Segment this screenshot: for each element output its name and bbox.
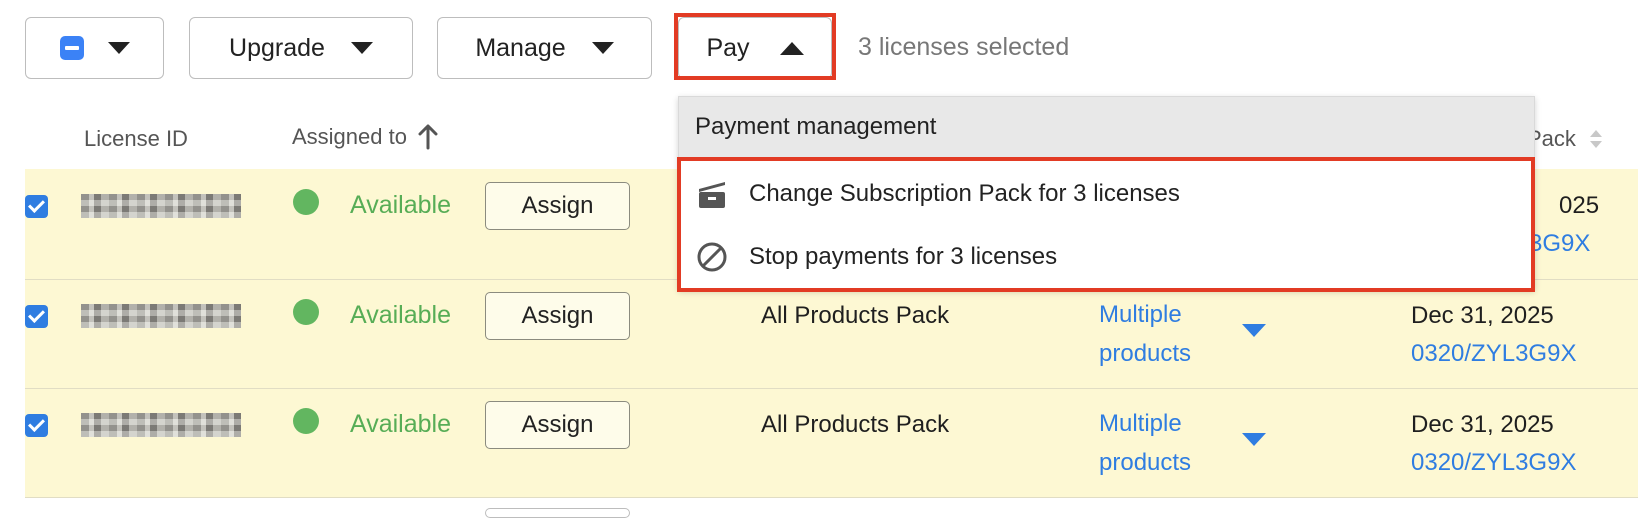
sort-toggle-icon (1589, 130, 1602, 148)
products-link-line2[interactable]: products (1099, 444, 1191, 482)
assign-button[interactable]: Assign (485, 401, 630, 449)
column-header-license-id[interactable]: License ID (84, 126, 188, 152)
select-all-dropdown-button[interactable] (25, 17, 164, 79)
status-text: Available (350, 191, 452, 219)
row-checkbox[interactable] (25, 305, 48, 328)
expiry-date: Dec 31, 2025 (1411, 302, 1554, 329)
partial-selection-checkbox-icon[interactable] (59, 36, 84, 60)
manage-button[interactable]: Manage (437, 17, 652, 79)
menu-items-highlight (677, 157, 1535, 292)
row-checkbox[interactable] (25, 414, 48, 437)
dropdown-header: Payment management (679, 97, 1534, 157)
assign-button[interactable]: Assign (485, 182, 630, 230)
status-text: Available (350, 301, 452, 329)
pack-name: All Products Pack (761, 411, 950, 438)
order-link[interactable]: 0320/ZYL3G9X (1411, 444, 1576, 482)
products-link-line2[interactable]: products (1099, 335, 1191, 373)
table-row[interactable]: Available Assign All Products Pack Multi… (25, 389, 1638, 498)
assign-button[interactable]: Assign (485, 292, 630, 340)
expand-products-icon[interactable] (1242, 324, 1266, 337)
license-id-redacted (81, 194, 241, 218)
sort-ascending-icon (418, 124, 438, 150)
column-header-assigned-to[interactable]: Assigned to (292, 124, 439, 150)
row-checkbox[interactable] (25, 195, 48, 218)
expand-products-icon[interactable] (1242, 433, 1266, 446)
upgrade-button-label: Upgrade (229, 33, 325, 62)
status-text: Available (350, 410, 452, 438)
pack-name: All Products Pack (761, 302, 950, 329)
status-available-icon (293, 299, 319, 325)
column-header-assigned-to-label: Assigned to (292, 124, 407, 149)
order-link[interactable]: 3G9X (1529, 225, 1590, 263)
status-available-icon (293, 189, 319, 215)
expiry-date: 025 (1559, 192, 1600, 219)
products-link-line1[interactable]: Multiple (1099, 296, 1182, 334)
upgrade-button[interactable]: Upgrade (189, 17, 413, 79)
chevron-down-icon (350, 42, 373, 54)
status-available-icon (293, 408, 319, 434)
next-row-assign-button-edge (485, 508, 630, 518)
selection-status: 3 licenses selected (858, 33, 1070, 61)
license-id-redacted (81, 304, 241, 328)
chevron-down-icon (591, 42, 614, 54)
chevron-down-icon (107, 42, 130, 54)
column-header-pack[interactable]: Pack (1527, 126, 1604, 152)
order-link[interactable]: 0320/ZYL3G9X (1411, 335, 1576, 373)
license-id-redacted (81, 413, 241, 437)
manage-button-label: Manage (475, 33, 566, 62)
pay-button-highlight (674, 13, 836, 80)
table-row[interactable]: Available Assign All Products Pack Multi… (25, 280, 1638, 389)
products-link-line1[interactable]: Multiple (1099, 405, 1182, 443)
expiry-date: Dec 31, 2025 (1411, 411, 1554, 438)
